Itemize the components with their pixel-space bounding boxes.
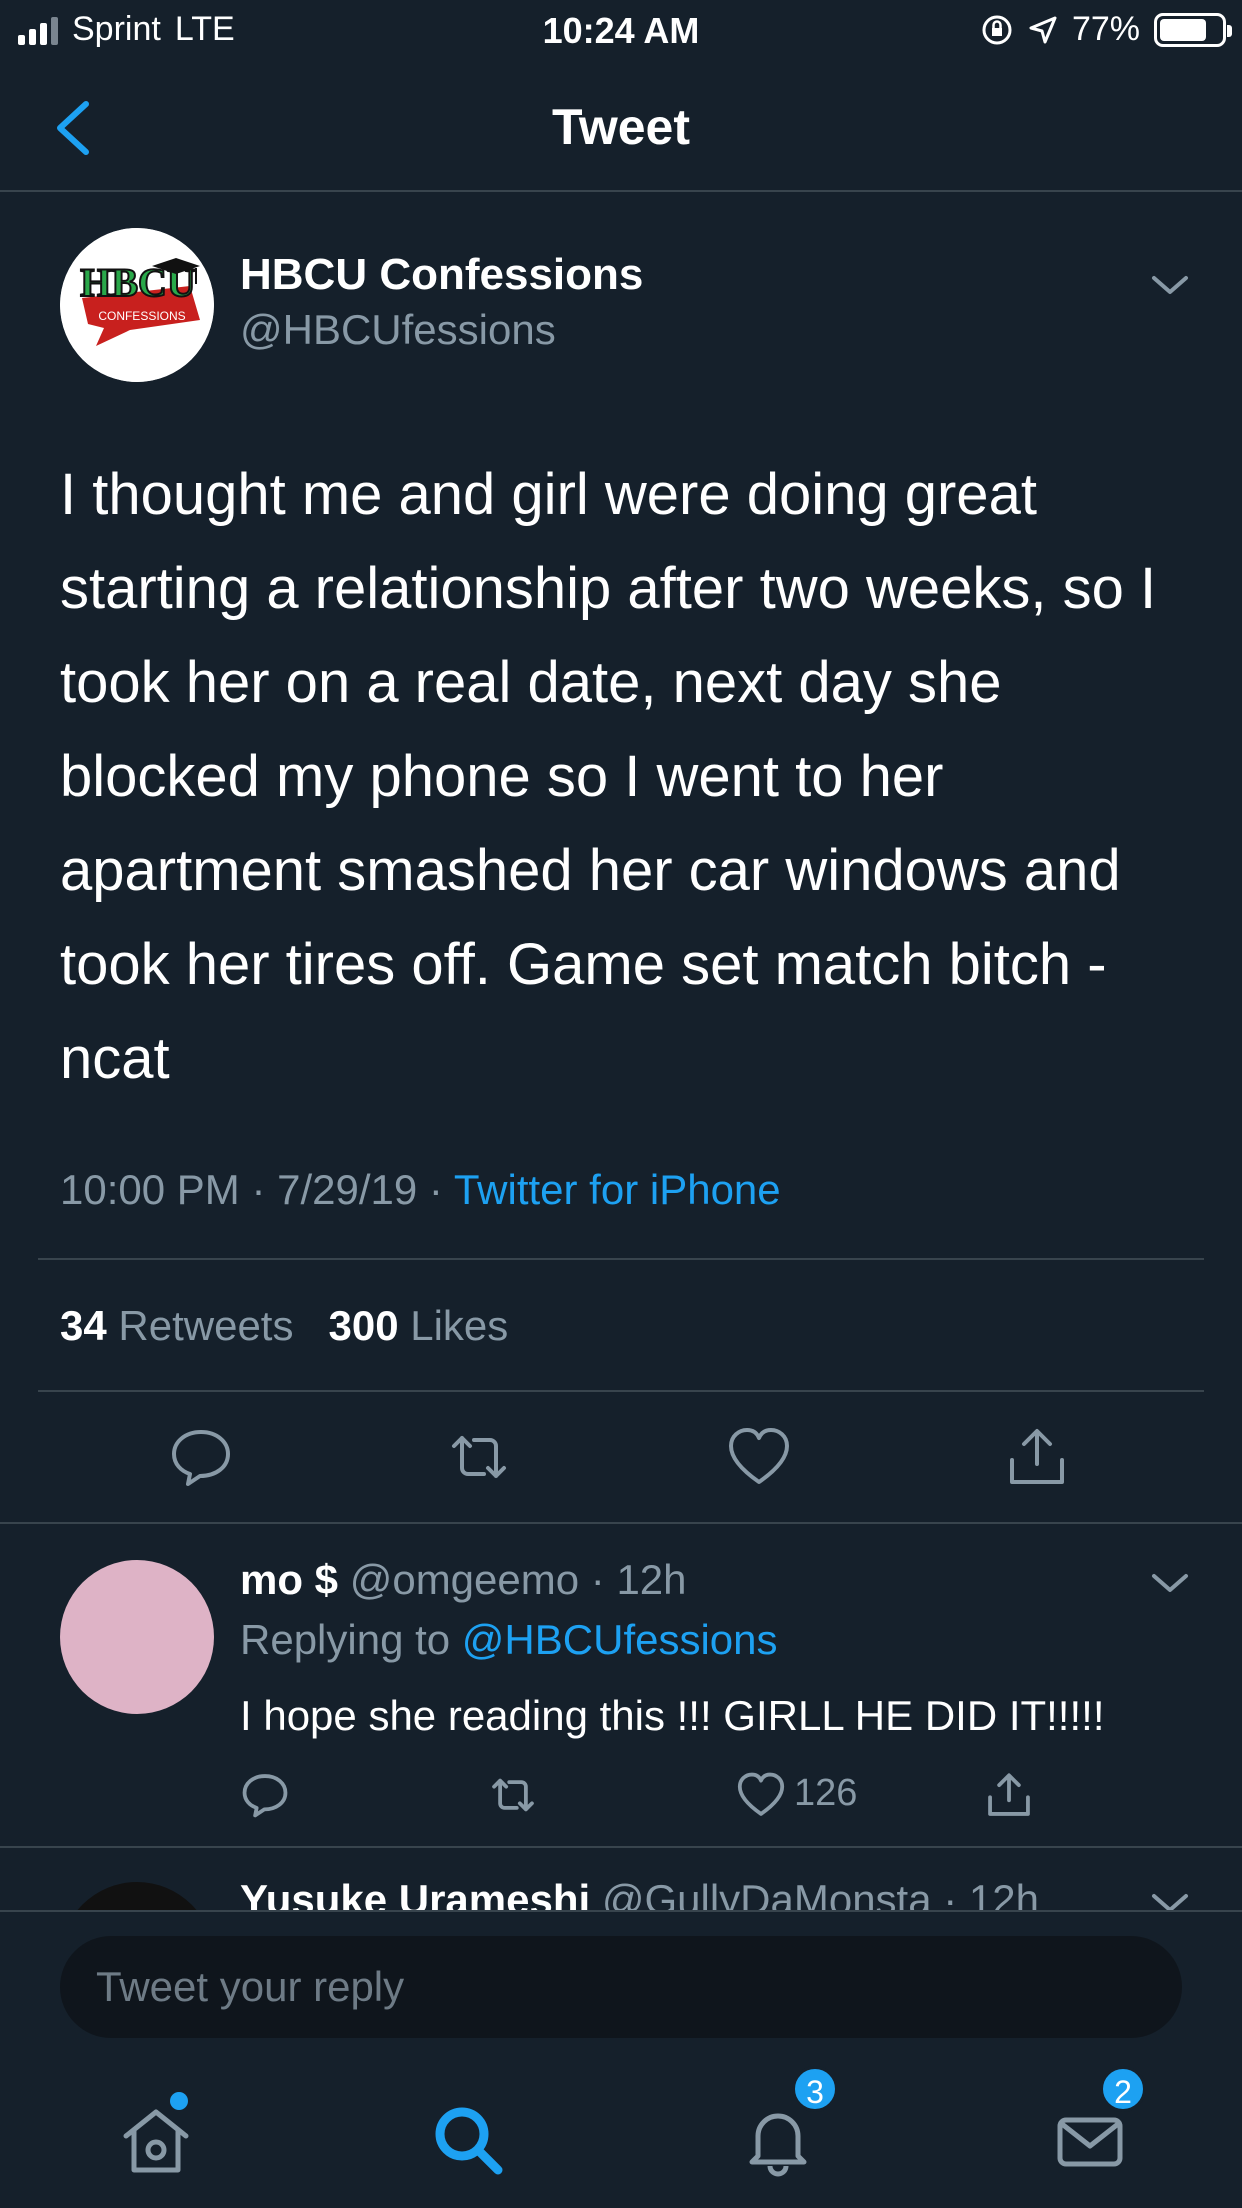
author-name[interactable]: HBCU Confessions [240,250,643,300]
reply-text: I hope she reading this !!! GIRLL HE DID… [240,1692,1105,1739]
home-tab-icon[interactable] [116,2100,196,2180]
reply-author-handle[interactable]: @GullyDaMonsta [602,1876,932,1910]
reply-menu-chevron-icon[interactable] [1148,1888,1192,1910]
home-new-dot [170,2092,188,2110]
status-bar: Sprint LTE 10:24 AM 77% [0,0,1242,62]
author-avatar[interactable]: HBCU CONFESSIONS [60,228,214,382]
reply-header: mo $ @omgeemo · 12h [240,1556,687,1604]
reply-author-name[interactable]: Yusuke Urameshi [240,1876,590,1910]
likes-count: 300 [328,1302,399,1349]
share-icon[interactable] [1004,1424,1070,1490]
reply-list-clip: Yusuke Urameshi @GullyDaMonsta · 12h [0,1850,1242,1910]
reply-input[interactable] [60,1936,1182,2038]
battery-icon [1154,12,1232,47]
reply-time: 12h [616,1556,687,1603]
divider [0,1522,1242,1524]
location-arrow-icon [1029,16,1057,43]
messages-tab-icon[interactable] [1050,2100,1130,2180]
tweet-text: I thought me and girl were doing great s… [60,462,1157,1091]
page-title: Tweet [552,99,690,155]
likes-label: Likes [410,1302,509,1349]
meta-separator: · [428,1166,454,1213]
tweet-meta: 10:00 PM · 7/29/19 · Twitter for iPhone [60,1166,781,1214]
reply-menu-chevron-icon[interactable] [1148,1568,1192,1598]
meta-separator: · [251,1166,278,1213]
nav-header: Tweet [0,62,1242,192]
tweet-time: 10:00 PM [60,1166,240,1213]
retweet-icon[interactable] [446,1424,512,1490]
tweet-date: 7/29/19 [277,1166,418,1213]
likes-stat[interactable]: 300 Likes [328,1302,508,1349]
compose-area: 3 2 [0,1910,1242,2208]
reply-header: Yusuke Urameshi @GullyDaMonsta · 12h [240,1876,1039,1910]
like-heart-icon[interactable] [726,1424,792,1490]
replying-to-label: Replying to [240,1616,451,1663]
reply-avatar[interactable] [60,1560,214,1714]
divider [38,1390,1204,1392]
reply-like-count: 126 [794,1772,858,1814]
share-icon[interactable] [984,1770,1034,1820]
meta-separator: · [943,1876,969,1910]
meta-separator: · [590,1556,617,1603]
tweet-stats: 34 Retweets 300 Likes [60,1302,508,1350]
tweet-source-link[interactable]: Twitter for iPhone [454,1166,781,1213]
author-handle[interactable]: @HBCUfessions [240,306,556,354]
replying-to: Replying to @HBCUfessions [240,1616,778,1664]
status-right: 77% [980,10,1232,49]
orientation-lock-icon [982,15,1012,44]
search-tab-icon[interactable] [428,2100,508,2180]
replying-to-mention[interactable]: @HBCUfessions [462,1616,778,1663]
reply-time: 12h [968,1876,1039,1910]
retweet-icon[interactable] [488,1770,538,1820]
divider [38,1258,1204,1260]
messages-badge: 2 [1100,2066,1146,2112]
hbcu-logo-icon: HBCU CONFESSIONS [60,228,214,382]
notifications-badge: 3 [792,2066,838,2112]
tweet-menu-chevron-icon[interactable] [1148,270,1192,300]
reply-author-name[interactable]: mo $ [240,1556,338,1603]
screen: Sprint LTE 10:24 AM 77% Tweet HBCU CONFE… [0,0,1242,2208]
svg-text:CONFESSIONS: CONFESSIONS [98,309,185,323]
reply-icon[interactable] [168,1424,234,1490]
divider [0,1846,1242,1848]
like-heart-icon[interactable] [736,1770,786,1820]
notifications-tab-icon[interactable] [738,2100,818,2180]
reply-icon[interactable] [240,1770,290,1820]
reply-avatar[interactable] [60,1882,214,1910]
battery-percent: 77% [1071,10,1140,48]
retweets-stat[interactable]: 34 Retweets [60,1302,293,1349]
retweets-label: Retweets [118,1302,294,1349]
reply-author-handle[interactable]: @omgeemo [350,1556,579,1603]
retweets-count: 34 [60,1302,107,1349]
